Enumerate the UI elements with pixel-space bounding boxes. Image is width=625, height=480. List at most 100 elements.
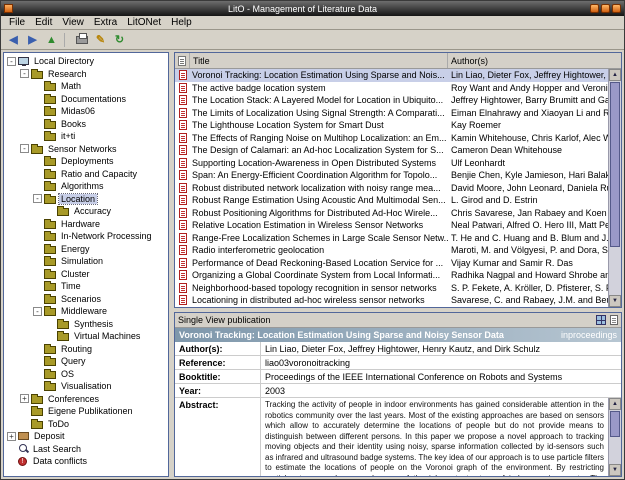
close-button[interactable] [612,4,621,13]
tree-item-in-network-processing[interactable]: In-Network Processing [4,230,168,243]
tree-item-energy[interactable]: Energy [4,243,168,256]
scroll-down-icon[interactable]: ▼ [609,464,621,476]
expand-toggle-icon[interactable]: + [7,431,16,441]
tree-item-math[interactable]: Math [4,80,168,93]
menu-view[interactable]: View [57,17,89,28]
scrollbar-thumb[interactable] [610,82,620,247]
tree-item-label: Simulation [61,256,104,267]
table-row[interactable]: Organizing a Global Coordinate System fr… [175,269,621,282]
expand-toggle-icon[interactable]: + [20,394,29,404]
table-row[interactable]: Robust Positioning Algorithms for Distri… [175,207,621,220]
title-column-header[interactable]: Title [190,53,448,68]
tree-item-routing[interactable]: Routing [4,343,168,356]
table-row[interactable]: Span: An Energy-Efficient Coordination A… [175,169,621,182]
doc-glyph [178,207,187,218]
menu-extra[interactable]: Extra [89,17,122,28]
tree-item-eigene-publikationen[interactable]: Eigene Publikationen [4,405,168,418]
tree-item-conferences[interactable]: + Conferences [4,393,168,406]
folder-icon [44,168,56,179]
tree-item-label: Eigene Publikationen [48,406,133,417]
table-row[interactable]: Locationing in distributed ad-hoc wirele… [175,294,621,307]
scroll-down-icon[interactable]: ▼ [609,295,621,307]
tree-item-it-ti[interactable]: it+ti [4,130,168,143]
tree-item-location[interactable]: - Location [4,192,168,206]
table-row[interactable]: The Design of Calamari: an Ad-hoc Locali… [175,144,621,157]
maximize-button[interactable] [601,4,610,13]
tree-item-virtual-machines[interactable]: Virtual Machines [4,330,168,343]
collapse-toggle-icon[interactable]: - [33,194,42,204]
menu-edit[interactable]: Edit [30,17,57,28]
menu-file[interactable]: File [4,17,30,28]
expand-view-icon[interactable] [596,315,606,325]
table-row[interactable]: Radio interferometric geolocation Maroti,… [175,244,621,257]
tree-item-deployments[interactable]: Deployments [4,155,168,168]
tree-item-last-search[interactable]: Last Search [4,443,168,456]
collapse-toggle-icon[interactable]: - [7,56,16,66]
table-row[interactable]: Robust Range Estimation Using Acoustic A… [175,194,621,207]
table-row[interactable]: The Location Stack: A Layered Model for … [175,94,621,107]
tree-item-query[interactable]: Query [4,355,168,368]
tree-item-todo[interactable]: ToDo [4,418,168,431]
authors-column-header[interactable]: Author(s) [448,53,621,68]
collapse-toggle-icon[interactable]: - [20,69,29,79]
folder-icon [44,256,56,267]
tree-item-os[interactable]: OS [4,368,168,381]
table-row[interactable]: Voronoi Tracking: Location Estimation Us… [175,69,621,82]
tree-item-time[interactable]: Time [4,280,168,293]
edit-icon[interactable]: ✎ [92,32,109,48]
folder-icon [44,156,56,167]
menu-help[interactable]: Help [166,17,197,28]
tree-item-midas06[interactable]: Midas06 [4,105,168,118]
title-bar[interactable]: LitO - Management of Literature Data [1,1,624,16]
collapse-toggle-icon[interactable]: - [20,144,29,154]
attachment-column-header[interactable] [175,53,190,68]
minimize-button[interactable] [590,4,599,13]
table-row[interactable]: The Limits of Localization Using Signal … [175,107,621,120]
tree-item-accuracy[interactable]: Accuracy [4,205,168,218]
menu-litonet[interactable]: LitONet [122,17,166,28]
table-row[interactable]: Robust distributed network localization … [175,182,621,195]
table-row[interactable]: Supporting Location-Awareness in Open Di… [175,157,621,170]
back-icon[interactable]: ◀ [5,32,22,48]
tree-item-label: Midas06 [61,106,96,117]
tree-item-cluster[interactable]: Cluster [4,268,168,281]
up-icon[interactable]: ▲ [43,32,60,48]
scroll-up-icon[interactable]: ▲ [609,69,621,81]
tree-item-middleware[interactable]: - Middleware [4,305,168,318]
table-row[interactable]: The Lighthouse Location System for Smart… [175,119,621,132]
refresh-icon[interactable]: ↻ [111,32,128,48]
tree-item-data-conflicts[interactable]: Data conflicts [4,455,168,468]
scroll-up-icon[interactable]: ▲ [609,398,621,410]
tree-item-sensor-networks[interactable]: - Sensor Networks [4,143,168,156]
print-icon[interactable] [73,32,90,48]
table-row[interactable]: The Effects of Ranging Noise on Multihop… [175,132,621,145]
tree-item-label: ToDo [48,418,70,429]
scrollbar-thumb[interactable] [610,411,620,437]
table-row[interactable]: Neighborhood-based topology recognition … [175,282,621,295]
collapse-toggle-icon[interactable]: - [33,306,42,316]
doc-glyph [178,120,187,131]
tree-item-deposit[interactable]: + Deposit [4,430,168,443]
table-scrollbar[interactable]: ▲ ▼ [608,69,621,307]
tree-item-documentations[interactable]: Documentations [4,93,168,106]
edit-publication-icon[interactable] [610,315,618,325]
table-row[interactable]: Performance of Dead Reckoning-Based Loca… [175,257,621,270]
tree-item-hardware[interactable]: Hardware [4,218,168,231]
cell-authors: Kay Roemer [451,120,502,131]
forward-icon[interactable]: ▶ [24,32,41,48]
tree-item-ratio-and-capacity[interactable]: Ratio and Capacity [4,168,168,181]
tree-item-synthesis[interactable]: Synthesis [4,318,168,331]
tree-item-visualisation[interactable]: Visualisation [4,380,168,393]
cell-title: Robust distributed network localization … [192,182,441,193]
abstract-scrollbar[interactable]: ▲ ▼ [608,398,621,476]
tree-item-local-directory[interactable]: - Local Directory [4,55,168,68]
table-row[interactable]: Range-Free Localization Schemes in Large… [175,232,621,245]
table-row[interactable]: Relative Location Estimation in Wireless… [175,219,621,232]
tree-item-books[interactable]: Books [4,118,168,131]
tree-item-simulation[interactable]: Simulation [4,255,168,268]
cell-title: Supporting Location-Awareness in Open Di… [192,157,436,168]
tree-item-algorithms[interactable]: Algorithms [4,180,168,193]
tree-item-research[interactable]: - Research [4,68,168,81]
tree-item-scenarios[interactable]: Scenarios [4,293,168,306]
table-row[interactable]: The active badge location system Roy Want… [175,82,621,95]
